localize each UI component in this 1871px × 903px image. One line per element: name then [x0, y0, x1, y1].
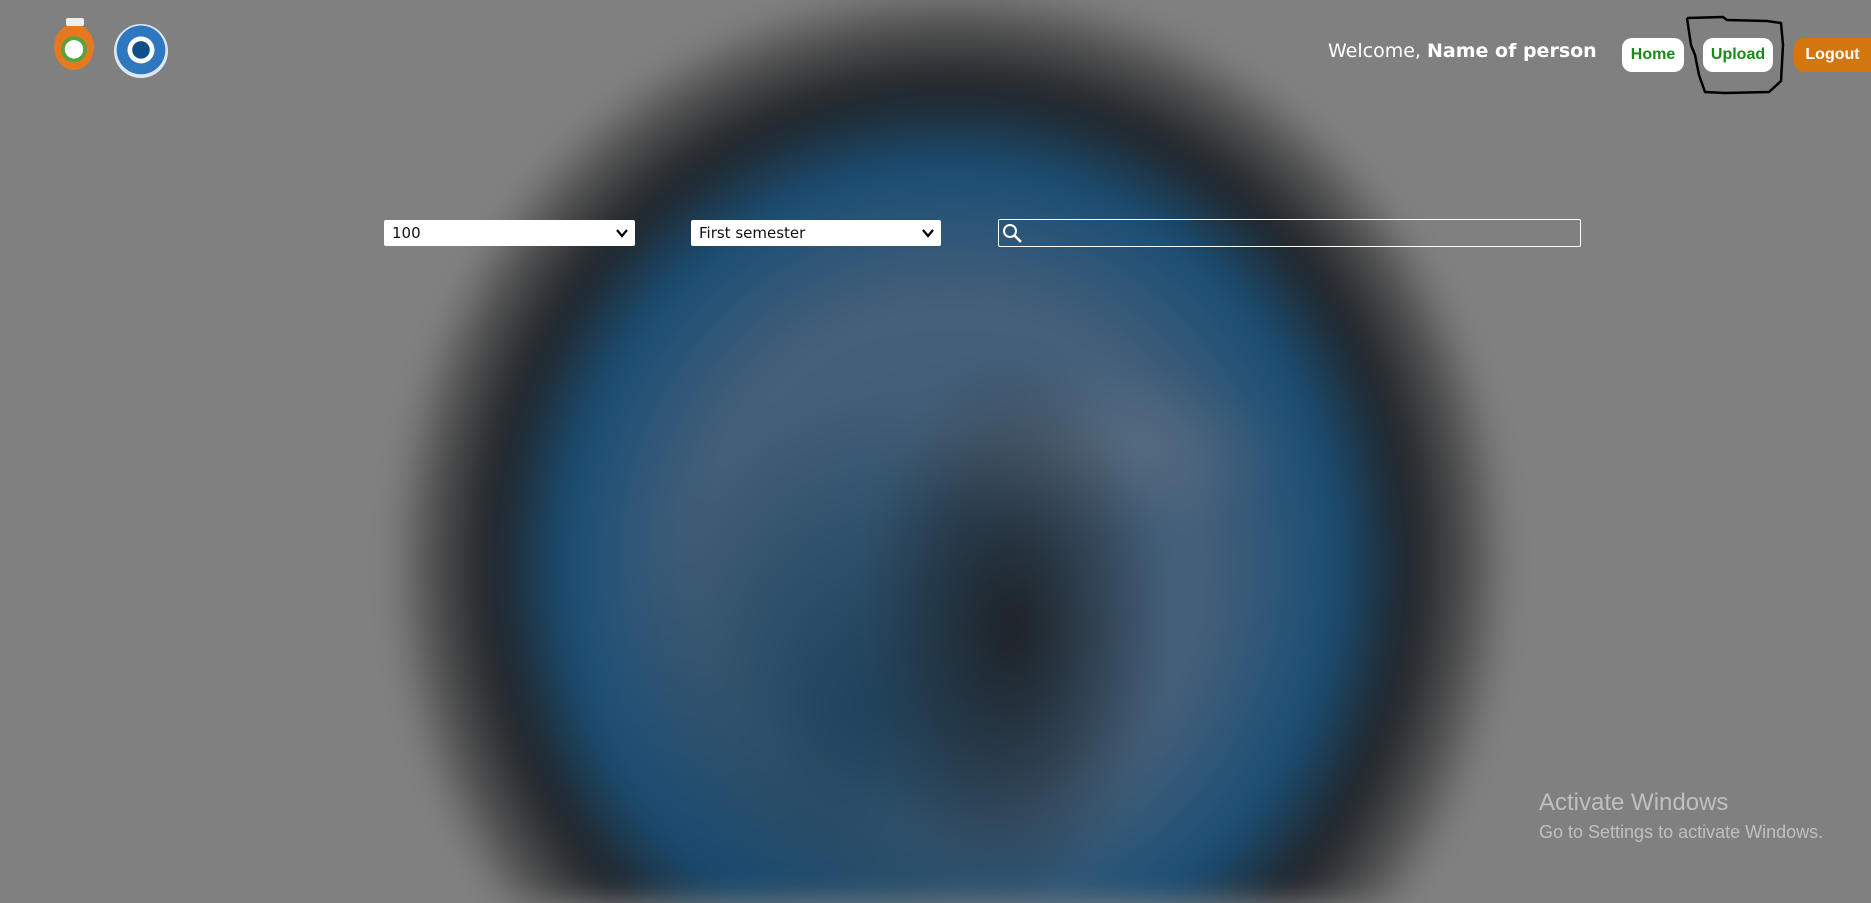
- activate-windows-title: Activate Windows: [1539, 789, 1729, 816]
- semester-select[interactable]: First semester: [691, 220, 941, 246]
- school-crest-icon: [54, 18, 94, 70]
- logout-button[interactable]: Logout: [1794, 38, 1871, 72]
- blurred-background-image: [0, 0, 1871, 903]
- university-seal-icon: [114, 24, 168, 78]
- welcome-message: Welcome, Name of person: [1328, 40, 1597, 62]
- activate-windows-subtitle: Go to Settings to activate Windows.: [1539, 822, 1824, 842]
- welcome-prefix: Welcome,: [1328, 40, 1421, 62]
- user-name: Name of person: [1427, 40, 1597, 62]
- chevron-down-icon: [616, 229, 628, 238]
- level-select[interactable]: 100: [384, 220, 635, 246]
- search-icon: [1003, 224, 1022, 243]
- home-button[interactable]: Home: [1622, 38, 1684, 72]
- search-box[interactable]: [998, 219, 1581, 247]
- chevron-down-icon: [922, 229, 934, 238]
- upload-button[interactable]: Upload: [1703, 38, 1773, 72]
- level-select-value: 100: [392, 224, 421, 242]
- search-input[interactable]: [1027, 220, 1581, 247]
- semester-select-value: First semester: [699, 224, 806, 242]
